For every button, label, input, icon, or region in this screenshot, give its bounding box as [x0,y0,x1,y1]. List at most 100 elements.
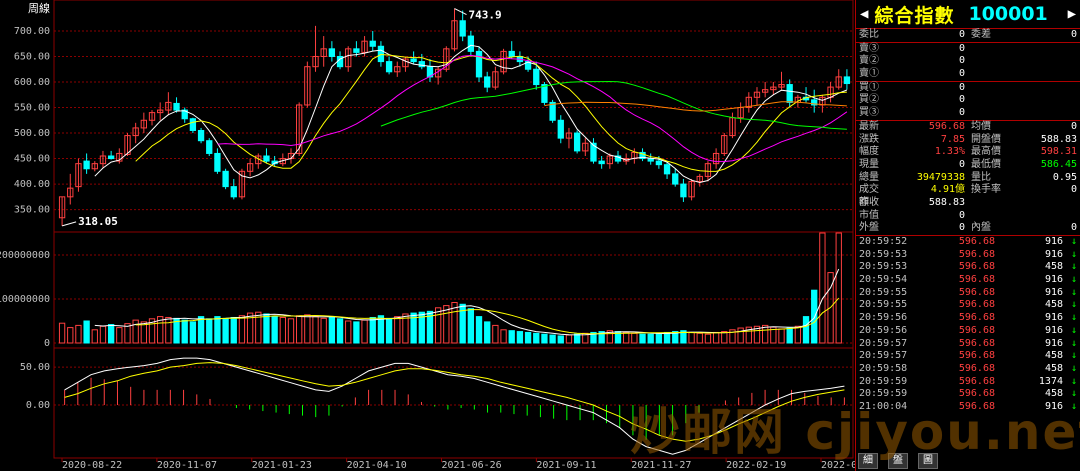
tick-time: 20:59:59 [859,375,908,387]
tick-price: 596.68 [958,375,995,387]
tick-price: 596.68 [958,286,995,298]
bid-row-value: 0 [958,94,965,106]
tick-price: 596.68 [958,312,995,324]
down-arrow-icon: ↓ [1070,400,1077,412]
tick-row: 20:59:54 596.68 916 ↓ [856,274,1080,287]
bid-row-label: 買③ [859,107,879,119]
quote-row: 昨收 588.83 [856,197,1080,210]
tick-volume: 916 [1044,337,1063,349]
quote-value: 598.31 [1040,146,1077,158]
volume-bar [83,320,90,344]
candle-body [533,68,540,86]
down-arrow-icon: ↓ [1070,286,1077,298]
quote-row: 現量 0 最低價 586.45 [856,159,1080,172]
quote-row: 總量 39479338 量比 0.95 [856,172,1080,185]
ratio-label: 委比 [859,29,879,40]
quote-value: 0.95 [1052,171,1077,183]
quote-label: 漲跌 [859,133,879,145]
volume-bar [524,331,532,344]
bid-row: 買③ 0 [856,107,1080,120]
tick-row: 20:59:53 596.68 458 ↓ [856,261,1080,274]
tick-volume: 1374 [1038,375,1063,387]
quote-value [1019,197,1077,210]
date-tick-label: 2021-06-26 [442,460,502,471]
quote-value: 1.33% [934,146,965,158]
tick-row: 20:59:53 596.68 916 ↓ [856,249,1080,262]
quote-value: 0 [958,158,965,170]
quote-row: 市值 0 [856,210,1080,223]
volume-bar [443,305,450,344]
tab-0[interactable]: 細 [858,453,878,469]
candle-body [189,118,197,131]
quote-label: 昨收 [859,196,879,208]
volume-bar [58,322,66,344]
candle-body [663,164,671,175]
kline-chart-area[interactable]: 周線 700.00 650.00 600.00 550.00 500.00 450.00 40… [0,0,855,471]
volume-tick-label: 0 [44,338,50,349]
price-tick-label: 650.00 [14,51,50,62]
panel-tabs: 細盤圖 [858,453,948,469]
tick-volume: 916 [1044,312,1063,324]
kline-chart-svg[interactable]: 周線 700.00 650.00 600.00 550.00 500.00 450.00 40… [0,0,855,471]
volume-bar [573,333,581,344]
volume-bar [107,324,115,344]
candle-body [672,173,679,185]
tab-1[interactable]: 盤 [888,453,908,469]
ask-row: 賣① 0 [856,68,1080,81]
quote-value: 596.68 [928,120,965,132]
ma20-line [217,54,848,163]
tick-row: 20:59:59 596.68 458 ↓ [856,388,1080,401]
price-tick-label: 450.00 [14,154,50,165]
price-tick-label: 350.00 [14,205,50,216]
tick-volume: 916 [1044,236,1063,247]
price-tick-label: 400.00 [14,179,50,190]
volume-bar [197,316,205,344]
ask-row: 賣③ 0 [856,43,1080,56]
quote-value: 588.83 [1040,133,1077,145]
tick-price: 596.68 [958,261,995,273]
tick-row: 20:59:56 596.68 916 ↓ [856,325,1080,338]
volume-bar [230,316,237,344]
volume-bar [794,325,802,344]
tab-2[interactable]: 圖 [918,453,938,469]
volume-bar [802,316,810,344]
volume-bar [99,325,107,344]
candle-body [107,155,115,160]
volume-bar [565,334,573,344]
volume-bar [500,329,507,344]
quote-label: 成交額 [859,184,879,208]
volume-bar [214,316,221,344]
volume-bar [639,333,646,344]
down-arrow-icon: ↓ [1070,312,1077,324]
candle-body [410,58,417,63]
candle-body [206,140,213,154]
volume-bar [296,315,303,344]
tick-list: 20:59:52 596.68 916 ↓ 20:59:53 596.68 916 ↓ 20:5… [856,236,1080,414]
volume-tick-label: 200000000 [0,250,50,261]
tick-time: 20:59:52 [859,236,908,247]
volume-bar [91,329,98,344]
volume-bar [385,317,393,344]
tick-row: 20:59:55 596.68 458 ↓ [856,299,1080,312]
candle-body [508,50,515,57]
volume-bar [712,331,720,344]
date-tick-label: 2020-08-22 [62,460,122,471]
prev-arrow-icon[interactable]: ◀ [860,6,868,22]
date-tick-label: 2022-06-11 [821,460,855,471]
quote-label: 總量 [859,171,879,183]
volume-bar [181,319,188,344]
quote-value: 39479338 [916,171,965,183]
quote-row: 漲跌 7.85 開盤價 588.83 [856,134,1080,147]
low-annotation-leader [61,221,77,227]
candle-body [230,186,237,198]
macd-dea-line [64,362,845,442]
next-arrow-icon[interactable]: ▶ [1068,6,1076,22]
quote-row: 最新 596.68 均價 0 [856,121,1080,134]
diff-value: 0 [1070,29,1077,40]
bid-list: 買① 0 買② 0 買③ 0 [856,82,1080,121]
quote-value: 0 [1070,184,1077,196]
candle-body [197,129,205,142]
quote-label [969,197,1019,210]
down-arrow-icon: ↓ [1070,299,1077,311]
ask-row-value: 0 [958,42,965,54]
